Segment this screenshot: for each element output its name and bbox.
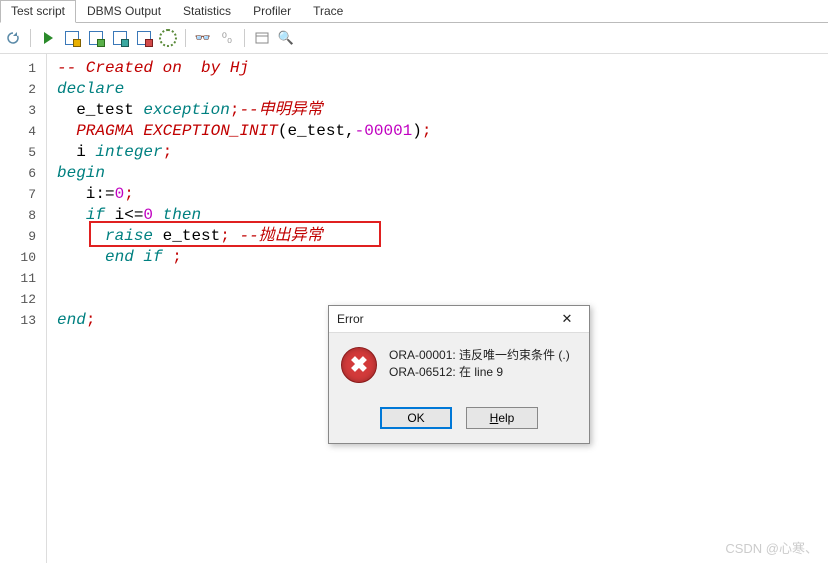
line-number: 9 <box>0 226 46 247</box>
refresh-icon[interactable] <box>4 29 22 47</box>
error-icon: ✖ <box>341 347 377 383</box>
code-line[interactable]: declare <box>57 79 828 100</box>
line-number: 12 <box>0 289 46 310</box>
settings-icon[interactable] <box>159 29 177 47</box>
stop-icon[interactable] <box>135 29 153 47</box>
line-number: 8 <box>0 205 46 226</box>
window-icon[interactable] <box>253 29 271 47</box>
code-line[interactable]: e_test exception;--申明异常 <box>57 100 828 121</box>
toolbar: 👓 ⁰₀ 🔍 <box>0 23 828 54</box>
code-line[interactable]: begin <box>57 163 828 184</box>
line-number: 4 <box>0 121 46 142</box>
code-line[interactable]: i integer; <box>57 142 828 163</box>
code-line[interactable]: PRAGMA EXCEPTION_INIT(e_test,-00001); <box>57 121 828 142</box>
help-button[interactable]: Help <box>466 407 538 429</box>
watermark: CSDN @心寒、 <box>725 538 818 557</box>
tab-profiler[interactable]: Profiler <box>242 0 302 22</box>
close-icon[interactable]: ✕ <box>553 309 581 329</box>
separator <box>185 29 186 47</box>
tab-test-script[interactable]: Test script <box>0 0 76 23</box>
tab-statistics[interactable]: Statistics <box>172 0 242 22</box>
play-icon[interactable] <box>39 29 57 47</box>
line-number: 3 <box>0 100 46 121</box>
separator <box>30 29 31 47</box>
line-number: 2 <box>0 79 46 100</box>
code-line[interactable]: i:=0; <box>57 184 828 205</box>
error-line-2: ORA-06512: 在 line 9 <box>389 364 570 381</box>
line-number: 7 <box>0 184 46 205</box>
line-number: 5 <box>0 142 46 163</box>
step-out-icon[interactable] <box>111 29 129 47</box>
search-icon[interactable]: 🔍 <box>277 29 295 47</box>
separator <box>244 29 245 47</box>
step-over-icon[interactable] <box>87 29 105 47</box>
code-line[interactable] <box>57 268 828 289</box>
line-number: 11 <box>0 268 46 289</box>
glasses-icon[interactable]: 👓 <box>194 29 212 47</box>
line-gutter: 12345678910111213 <box>0 54 47 563</box>
code-line[interactable]: end if ; <box>57 247 828 268</box>
dialog-body: ✖ ORA-00001: 违反唯一约束条件 (.) ORA-06512: 在 l… <box>329 333 589 401</box>
tab-bar: Test scriptDBMS OutputStatisticsProfiler… <box>0 0 828 23</box>
code-line[interactable]: if i<=0 then <box>57 205 828 226</box>
line-number: 1 <box>0 58 46 79</box>
code-line[interactable]: raise e_test; --抛出异常 <box>57 226 828 247</box>
tab-dbms-output[interactable]: DBMS Output <box>76 0 172 22</box>
line-number: 6 <box>0 163 46 184</box>
ok-button[interactable]: OK <box>380 407 452 429</box>
line-number: 13 <box>0 310 46 331</box>
dialog-title-text: Error <box>337 312 364 326</box>
dialog-buttons: OK Help <box>329 401 589 443</box>
error-dialog: Error ✕ ✖ ORA-00001: 违反唯一约束条件 (.) ORA-06… <box>328 305 590 444</box>
vars-icon[interactable]: ⁰₀ <box>218 29 236 47</box>
code-line[interactable]: -- Created on by Hj <box>57 58 828 79</box>
step-in-icon[interactable] <box>63 29 81 47</box>
dialog-titlebar: Error ✕ <box>329 306 589 333</box>
dialog-message: ORA-00001: 违反唯一约束条件 (.) ORA-06512: 在 lin… <box>389 347 570 381</box>
tab-trace[interactable]: Trace <box>302 0 354 22</box>
line-number: 10 <box>0 247 46 268</box>
error-line-1: ORA-00001: 违反唯一约束条件 (.) <box>389 347 570 364</box>
